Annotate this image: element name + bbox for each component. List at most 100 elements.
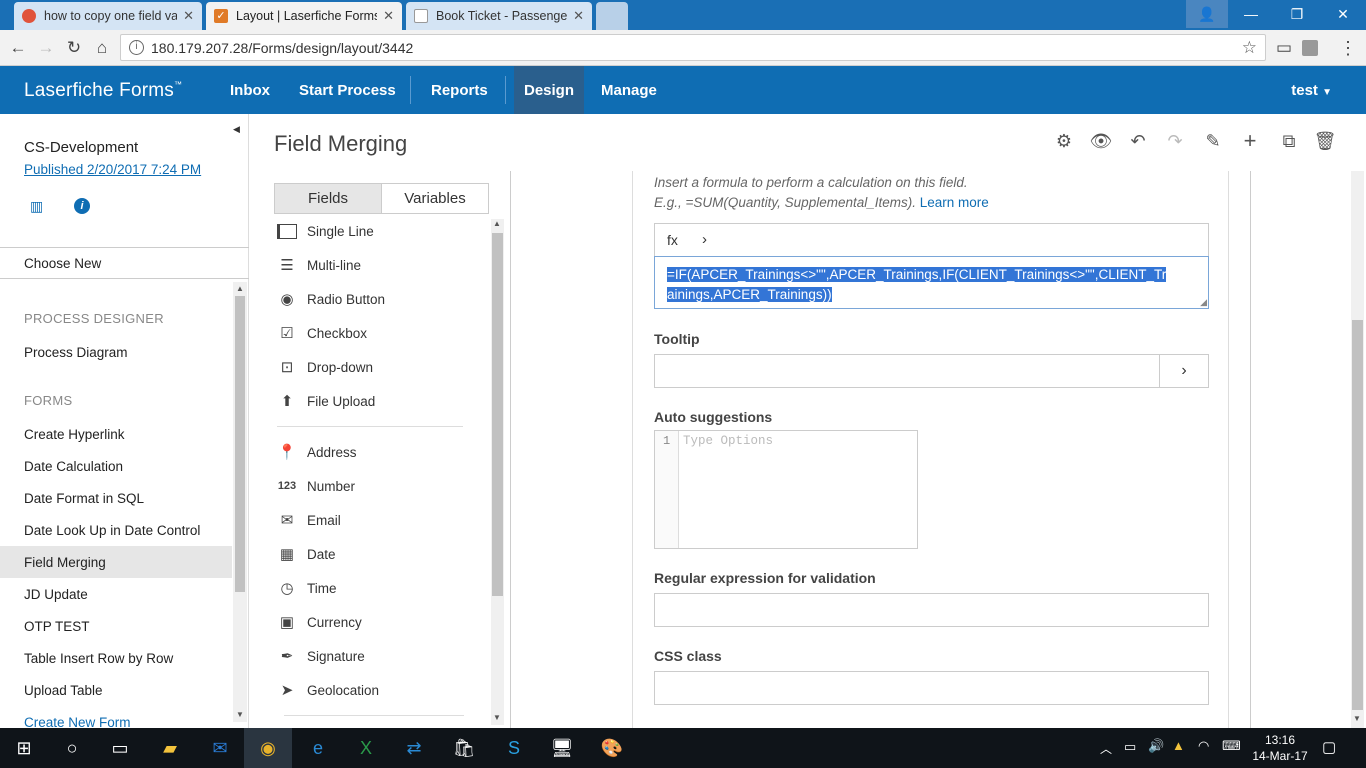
info-icon[interactable]: i xyxy=(129,40,144,55)
field-drop-down[interactable]: ⊡ Drop-down xyxy=(277,354,373,380)
form-item[interactable]: Date Look Up in Date Control xyxy=(24,523,200,538)
restore-icon[interactable]: ❐ xyxy=(1274,0,1320,28)
css-class-input[interactable] xyxy=(654,671,1209,705)
form-item[interactable]: JD Update xyxy=(24,587,88,602)
extension-icon[interactable] xyxy=(1302,40,1318,56)
home-icon[interactable]: ⌂ xyxy=(90,36,114,60)
sidebar-scrollbar[interactable]: ▲ ▼ xyxy=(233,282,247,722)
paint-icon[interactable]: 🎨 xyxy=(588,728,636,768)
undo-icon[interactable]: ↶ xyxy=(1127,130,1149,152)
process-diagram-link[interactable]: Process Diagram xyxy=(24,345,128,360)
cast-icon[interactable]: ▭ xyxy=(1272,36,1296,60)
tab-variables[interactable]: Variables xyxy=(381,183,489,214)
menu-icon[interactable]: ⋮ xyxy=(1336,36,1360,60)
field-time[interactable]: ◷ Time xyxy=(277,575,336,601)
form-item[interactable]: Upload Table xyxy=(24,683,103,698)
excel-icon[interactable]: X xyxy=(342,728,390,768)
form-item[interactable]: Date Format in SQL xyxy=(24,491,144,506)
task-view-icon[interactable]: ▭ xyxy=(96,728,144,768)
file-explorer-icon[interactable]: ▰ xyxy=(146,728,194,768)
nav-reports[interactable]: Reports xyxy=(421,66,498,114)
field-address[interactable]: 📍 Address xyxy=(277,439,357,465)
action-center-icon[interactable]: ▢ xyxy=(1322,738,1336,756)
browser-tab-3[interactable]: Book Ticket - Passengers ✕ xyxy=(406,2,592,30)
tray-chevron-icon[interactable]: ︿ xyxy=(1100,740,1112,757)
clock[interactable]: 13:16 14-Mar-17 xyxy=(1252,732,1308,764)
preview-eye-icon[interactable]: 👁 xyxy=(1090,130,1113,152)
trash-icon[interactable]: 🗑 xyxy=(1314,130,1337,152)
tab-fields[interactable]: Fields xyxy=(274,183,382,214)
new-tab-button[interactable] xyxy=(596,2,628,30)
bookmark-star-icon[interactable]: ☆ xyxy=(1242,38,1257,58)
forward-icon[interactable]: → xyxy=(34,36,58,60)
windows-start-icon[interactable]: ⊞ xyxy=(0,728,48,768)
field-multi-line[interactable]: ☰ Multi-line xyxy=(277,252,361,278)
drive-icon[interactable]: ▲ xyxy=(1172,738,1185,753)
close-tab-icon[interactable]: ✕ xyxy=(183,8,194,24)
browser-tab-1[interactable]: how to copy one field va ✕ xyxy=(14,2,202,30)
outlook-icon[interactable]: ✉ xyxy=(196,728,244,768)
close-tab-icon[interactable]: ✕ xyxy=(383,8,394,24)
tooltip-input[interactable]: › xyxy=(654,354,1209,388)
field-file-upload[interactable]: ⬆ File Upload xyxy=(277,388,376,414)
network-app-icon[interactable]: 🖥 xyxy=(538,728,586,768)
chrome-icon[interactable]: ◉ xyxy=(244,728,292,768)
form-item[interactable]: Table Insert Row by Row xyxy=(24,651,173,666)
teamviewer-icon[interactable]: ⇄ xyxy=(390,728,438,768)
fx-icon[interactable]: fx xyxy=(667,232,678,248)
collapse-sidebar-icon[interactable]: ◀ xyxy=(233,124,240,135)
report-chart-icon[interactable]: ▥ xyxy=(30,198,48,214)
form-item-selected[interactable]: Field Merging xyxy=(24,555,106,570)
nav-manage[interactable]: Manage xyxy=(591,66,667,114)
copy-icon[interactable]: ⧉ xyxy=(1278,130,1300,152)
nav-design[interactable]: Design xyxy=(514,66,585,114)
nav-start-process[interactable]: Start Process xyxy=(289,66,406,114)
minimize-icon[interactable]: — xyxy=(1228,0,1274,28)
wifi-icon[interactable]: ◠ xyxy=(1198,738,1209,754)
eraser-icon[interactable]: ✎ xyxy=(1202,130,1224,152)
redo-icon[interactable]: ↷ xyxy=(1164,130,1186,152)
regex-input[interactable] xyxy=(654,593,1209,627)
form-item[interactable]: Create Hyperlink xyxy=(24,427,125,442)
field-signature[interactable]: ✒ Signature xyxy=(277,643,365,669)
keyboard-icon[interactable]: ⌨ xyxy=(1222,738,1241,754)
back-icon[interactable]: ← xyxy=(6,36,30,60)
published-link[interactable]: Published 2/20/2017 7:24 PM xyxy=(24,162,201,177)
field-radio-button[interactable]: ◉ Radio Button xyxy=(277,286,385,312)
main-scrollbar[interactable]: ▼ xyxy=(1351,171,1364,728)
field-single-line[interactable]: Single Line xyxy=(277,218,374,244)
url-bar[interactable]: i 180.179.207.28/Forms/design/layout/344… xyxy=(120,34,1266,61)
palette-scrollbar[interactable]: ▲ ▼ xyxy=(491,219,504,725)
choose-new-link[interactable]: Choose New xyxy=(24,256,101,271)
resize-handle-icon[interactable]: ◢ xyxy=(1200,297,1207,308)
store-icon[interactable]: 🛍 xyxy=(440,728,488,768)
chevron-right-icon[interactable]: › xyxy=(1159,355,1208,387)
field-number[interactable]: 123 Number xyxy=(277,473,355,499)
formula-textarea[interactable]: =IF(APCER_Trainings<>"",APCER_Trainings,… xyxy=(654,256,1209,309)
skype-icon[interactable]: S xyxy=(490,728,538,768)
form-item[interactable]: Date Calculation xyxy=(24,459,123,474)
profile-icon[interactable]: 👤 xyxy=(1186,0,1228,28)
reload-icon[interactable]: ↻ xyxy=(62,36,86,60)
browser-tab-2[interactable]: ✓ Layout | Laserfiche Forms ✕ xyxy=(206,2,402,30)
add-icon[interactable]: + xyxy=(1239,128,1261,153)
learn-more-link[interactable]: Learn more xyxy=(920,195,989,210)
field-email[interactable]: ✉ Email xyxy=(277,507,341,533)
field-date[interactable]: ▦ Date xyxy=(277,541,336,567)
chevron-right-icon[interactable]: › xyxy=(702,231,707,248)
nav-inbox[interactable]: Inbox xyxy=(220,66,280,114)
volume-icon[interactable]: 🔊 xyxy=(1148,738,1164,754)
brand-logo[interactable]: Laserfiche Forms™ xyxy=(24,80,182,102)
gear-icon[interactable]: ⚙ xyxy=(1053,130,1075,152)
battery-icon[interactable]: ▭ xyxy=(1124,739,1136,755)
field-currency[interactable]: ▣ Currency xyxy=(277,609,362,635)
info-icon[interactable]: i xyxy=(74,198,90,214)
cortana-search-icon[interactable]: ○ xyxy=(48,728,96,768)
edge-icon[interactable]: e xyxy=(294,728,342,768)
user-menu[interactable]: test ▼ xyxy=(1291,82,1332,99)
field-checkbox[interactable]: ☑ Checkbox xyxy=(277,320,367,346)
auto-suggestions-editor[interactable]: 1 Type Options xyxy=(654,430,918,549)
field-geolocation[interactable]: ➤ Geolocation xyxy=(277,677,379,703)
form-item[interactable]: OTP TEST xyxy=(24,619,90,634)
close-window-icon[interactable]: ✕ xyxy=(1320,0,1366,28)
